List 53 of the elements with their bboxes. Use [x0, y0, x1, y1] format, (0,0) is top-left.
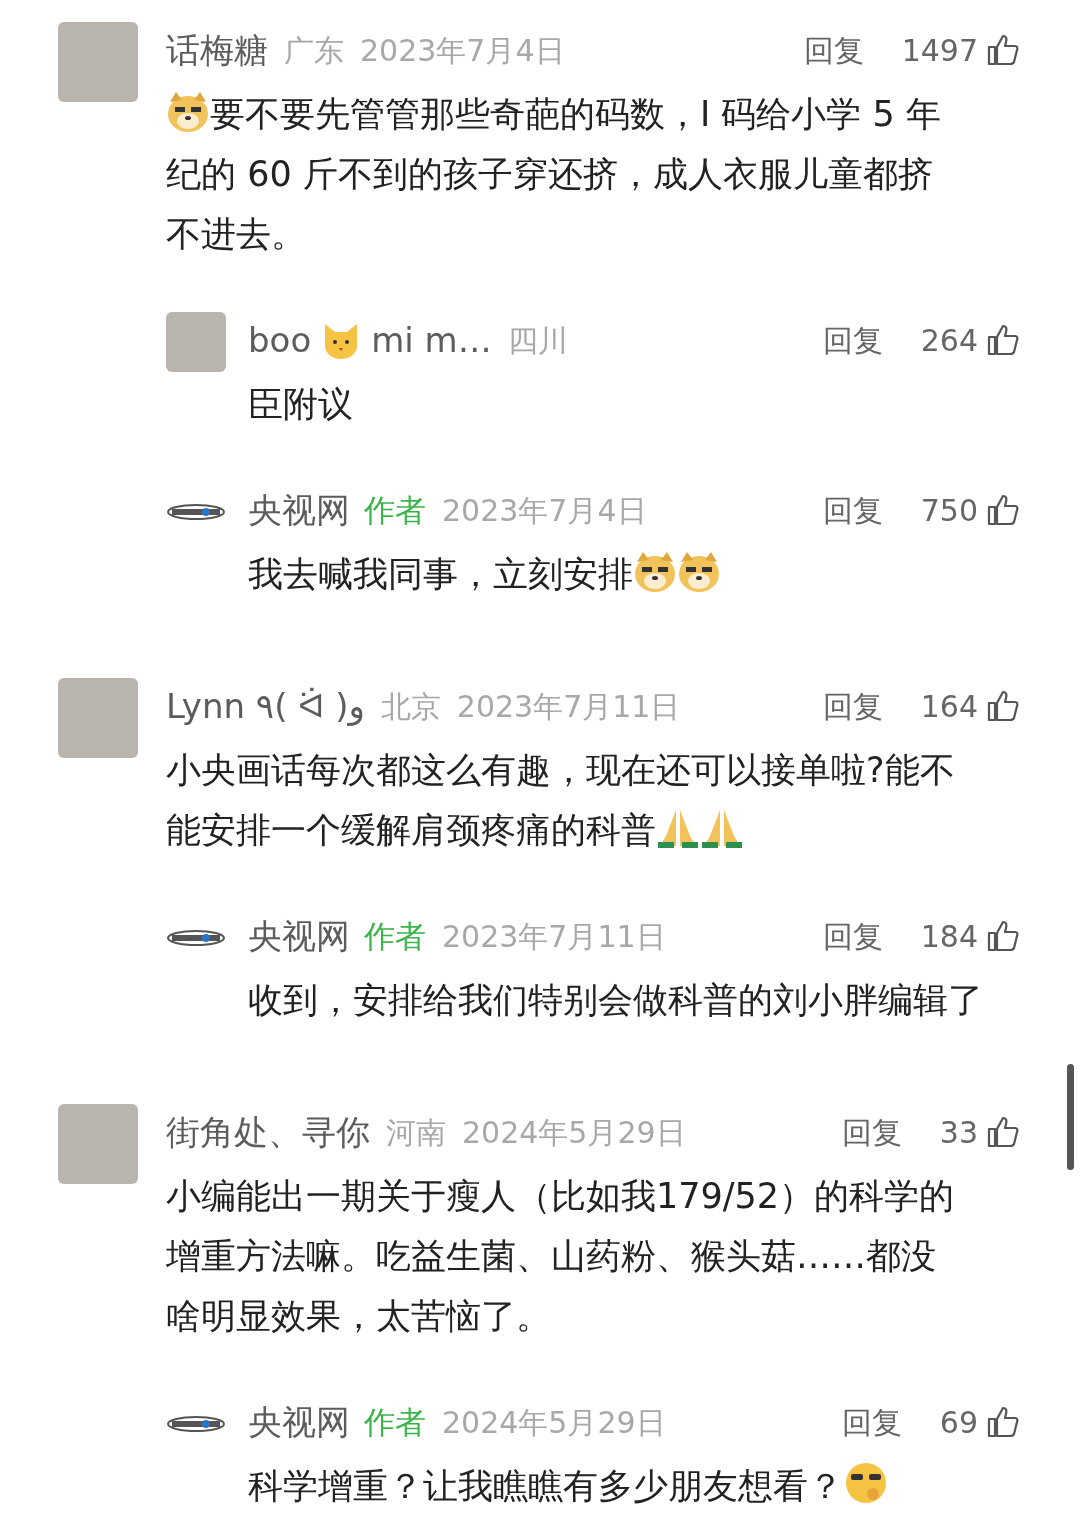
reply-button[interactable]: 回复: [841, 1109, 902, 1155]
logo-icon: [166, 928, 226, 948]
logo-icon: [166, 502, 226, 522]
like-count: 750: [920, 491, 978, 530]
like-count: 164: [920, 687, 978, 726]
user-name: 央视网: [248, 488, 350, 532]
user-name: 央视网: [248, 1400, 350, 1444]
thumbs-up-icon[interactable]: [986, 919, 1020, 953]
like-count: 69: [939, 1403, 978, 1442]
date-text: 2023年7月4日: [442, 491, 647, 530]
author-tag: 作者: [364, 912, 426, 960]
user-name: 央视网: [248, 914, 350, 958]
like-count: 184: [920, 917, 978, 956]
thumbs-up-icon[interactable]: [986, 33, 1020, 67]
location-text: 河南: [386, 1113, 446, 1152]
user-name: mi m…: [371, 318, 492, 362]
thumbs-up-icon[interactable]: [986, 323, 1020, 357]
comment-text: 科学增重？让我瞧瞧有多少朋友想看？: [248, 1466, 889, 1506]
user-name: 话梅糖: [166, 28, 268, 72]
comment-text: 我去喊我同事，立刻安排: [248, 554, 721, 594]
comment-text: 臣附议: [248, 383, 354, 426]
like-count: 33: [939, 1113, 978, 1152]
like-count: 264: [920, 321, 978, 360]
like-count: 1497: [901, 31, 978, 70]
thumbs-up-icon[interactable]: [986, 1115, 1020, 1149]
user-name: Lynn ٩( ᐛ )و: [166, 684, 365, 728]
reply-button[interactable]: 回复: [822, 913, 883, 959]
thumbs-up-icon[interactable]: [986, 493, 1020, 527]
thumbs-up-icon[interactable]: [986, 1405, 1020, 1439]
date-text: 2024年5月29日: [462, 1113, 686, 1152]
author-tag: 作者: [364, 1398, 426, 1446]
location-text: 北京: [380, 687, 441, 726]
comment-text: 小编能出一期关于瘦人（比如我179/52）的科学的增重方法嘛。吃益生菌、山药粉、猴头菇……都没啥明显效果，太苦恼了。: [166, 1175, 956, 1338]
date-text: 2023年7月4日: [360, 31, 565, 70]
date-text: 2024年5月29日: [442, 1403, 666, 1442]
reply-button[interactable]: 回复: [822, 487, 883, 533]
comment-text: 小央画话每次都这么有趣，现在还可以接单啦?能不能安排一个缓解肩颈疼痛的科普: [166, 750, 955, 850]
date-text: 2023年7月11日: [442, 917, 666, 956]
location-text: 四川: [507, 321, 568, 360]
reply-button[interactable]: 回复: [803, 27, 864, 73]
user-name: 街角处、寻你: [166, 1110, 370, 1154]
logo-icon: [166, 1414, 226, 1434]
author-tag: 作者: [364, 486, 426, 534]
comment-text: 要不要先管管那些奇葩的码数，I 码给小学 5 年纪的 60 斤不到的孩子穿还挤，成人衣服儿童都挤不进去。: [166, 94, 941, 254]
comment-text: 收到，安排给我们特别会做科普的刘小胖编辑了: [248, 979, 984, 1022]
date-text: 2023年7月11日: [456, 687, 681, 726]
thumbs-up-icon[interactable]: [986, 689, 1020, 723]
scrollbar[interactable]: [1067, 1064, 1074, 1170]
reply-button[interactable]: 回复: [822, 317, 883, 363]
user-name: boo: [248, 318, 312, 362]
reply-button[interactable]: 回复: [822, 683, 883, 729]
reply-button[interactable]: 回复: [841, 1399, 902, 1445]
location-text: 广东: [284, 31, 344, 70]
